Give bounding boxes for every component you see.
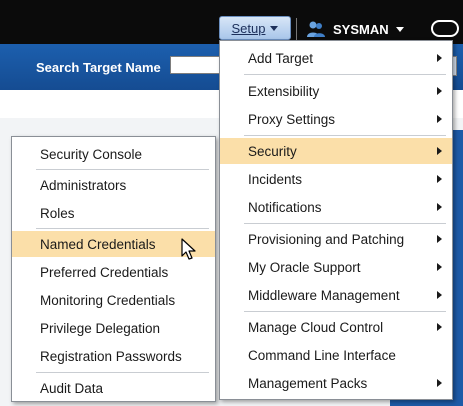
menu-item-preferred-credentials[interactable]: Preferred Credentials <box>12 259 215 285</box>
menu-item-label: Incidents <box>248 171 303 187</box>
menu-separator <box>36 228 209 229</box>
chevron-down-icon <box>395 26 404 32</box>
submenu-arrow-icon <box>437 323 442 331</box>
submenu-arrow-icon <box>437 54 442 62</box>
menu-item-add-target[interactable]: Add Target <box>220 45 452 71</box>
menu-item-label: Add Target <box>248 50 314 66</box>
menu-item-label: Proxy Settings <box>248 111 336 127</box>
menu-item-monitoring-credentials[interactable]: Monitoring Credentials <box>12 287 215 313</box>
setup-label: Setup <box>231 20 266 36</box>
menu-item-provisioning-and-patching[interactable]: Provisioning and Patching <box>220 226 452 252</box>
menu-item-label: Security Console <box>40 146 143 162</box>
setup-menu-button[interactable]: Setup <box>219 16 291 40</box>
menu-item-label: Administrators <box>40 177 127 193</box>
user-icon <box>307 21 325 37</box>
menu-item-notifications[interactable]: Notifications <box>220 194 452 220</box>
chevron-down-icon <box>270 25 279 31</box>
submenu-arrow-icon <box>437 263 442 271</box>
user-name: SYSMAN <box>333 21 389 37</box>
menu-item-command-line-interface[interactable]: Command Line Interface <box>220 342 452 368</box>
mouse-pointer-icon <box>181 238 196 260</box>
menu-item-manage-cloud-control[interactable]: Manage Cloud Control <box>220 314 452 340</box>
menu-item-middleware-management[interactable]: Middleware Management <box>220 282 452 308</box>
submenu-arrow-icon <box>437 87 442 95</box>
menu-item-extensibility[interactable]: Extensibility <box>220 78 452 104</box>
menu-item-security[interactable]: Security <box>220 138 452 164</box>
submenu-arrow-icon <box>437 175 442 183</box>
menu-item-proxy-settings[interactable]: Proxy Settings <box>220 106 452 132</box>
menu-item-label: Command Line Interface <box>248 347 396 363</box>
menu-separator <box>244 223 446 224</box>
submenu-arrow-icon <box>437 379 442 387</box>
menu-item-label: Named Credentials <box>40 236 156 252</box>
setup-dropdown-menu: Add Target Extensibility Proxy Settings … <box>219 40 453 400</box>
menu-item-label: Privilege Delegation <box>40 320 161 336</box>
menu-item-label: Audit Data <box>40 380 104 396</box>
menu-item-label: Management Packs <box>248 375 368 391</box>
menu-separator <box>244 135 446 136</box>
submenu-arrow-icon <box>437 203 442 211</box>
menu-item-label: Registration Passwords <box>40 348 182 364</box>
menu-item-label: Monitoring Credentials <box>40 292 176 308</box>
menu-separator <box>36 169 209 170</box>
menu-item-label: Preferred Credentials <box>40 264 169 280</box>
menu-separator <box>36 372 209 373</box>
menu-item-label: Notifications <box>248 199 322 215</box>
menu-item-administrators[interactable]: Administrators <box>12 172 215 198</box>
submenu-arrow-icon <box>437 291 442 299</box>
menu-item-incidents[interactable]: Incidents <box>220 166 452 192</box>
menu-item-privilege-delegation[interactable]: Privilege Delegation <box>12 315 215 341</box>
security-submenu: Security Console Administrators Roles Na… <box>11 136 216 402</box>
menu-item-registration-passwords[interactable]: Registration Passwords <box>12 343 215 369</box>
menu-separator <box>244 311 446 312</box>
user-menu-button[interactable]: SYSMAN <box>306 18 404 40</box>
menu-separator <box>244 74 446 75</box>
menu-item-label: Security <box>248 143 297 159</box>
menu-item-my-oracle-support[interactable]: My Oracle Support <box>220 254 452 280</box>
menu-item-security-console[interactable]: Security Console <box>12 141 215 167</box>
menu-item-label: My Oracle Support <box>248 259 361 275</box>
submenu-arrow-icon <box>437 147 442 155</box>
global-header: Setup SYSMAN <box>0 0 463 44</box>
menu-item-label: Middleware Management <box>248 287 400 303</box>
search-label: Search Target Name <box>36 60 161 75</box>
menu-item-management-packs[interactable]: Management Packs <box>220 370 452 396</box>
search-input[interactable] <box>170 56 226 74</box>
menu-item-label: Extensibility <box>248 83 320 99</box>
menu-item-audit-data[interactable]: Audit Data <box>12 375 215 401</box>
menu-item-label: Roles <box>40 205 75 221</box>
header-divider <box>296 18 297 40</box>
submenu-arrow-icon <box>437 235 442 243</box>
logout-icon[interactable] <box>431 20 459 37</box>
menu-item-label: Manage Cloud Control <box>248 319 384 335</box>
menu-item-label: Provisioning and Patching <box>248 231 405 247</box>
submenu-arrow-icon <box>437 115 442 123</box>
menu-item-roles[interactable]: Roles <box>12 200 215 226</box>
